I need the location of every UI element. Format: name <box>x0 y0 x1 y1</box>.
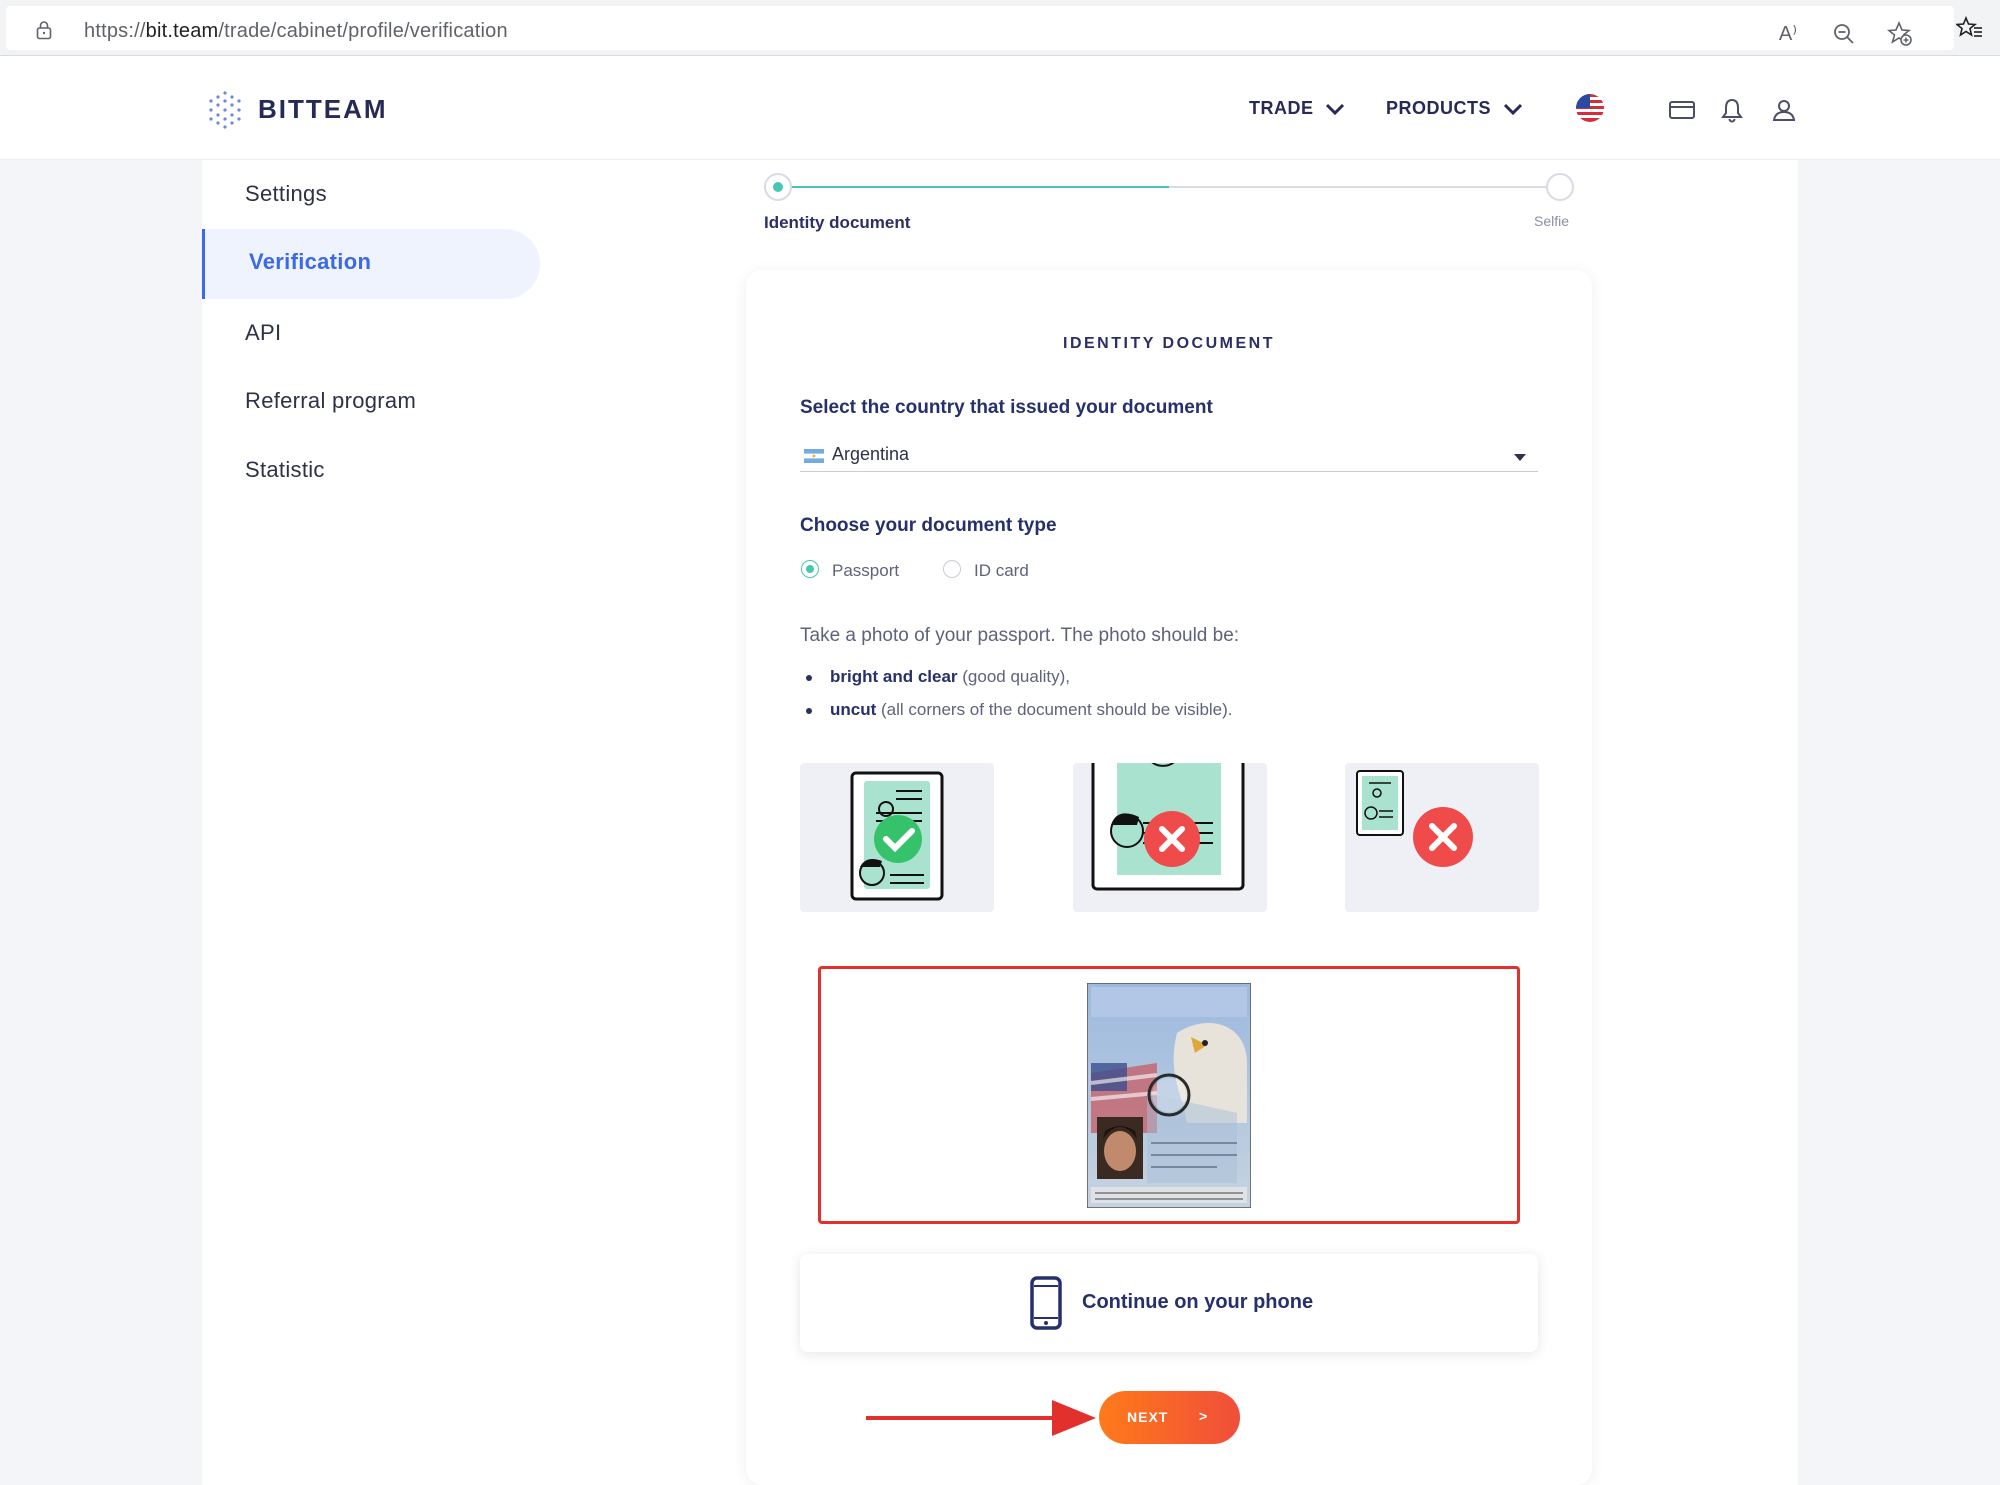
continue-on-phone-label: Continue on your phone <box>1082 1291 1314 1313</box>
country-select[interactable]: Argentina <box>800 440 1538 472</box>
country-label: Select the country that issued your docu… <box>800 397 1213 418</box>
chevron-right-icon: > <box>1199 1408 1208 1424</box>
chevron-down-icon <box>1325 104 1345 116</box>
next-button[interactable]: NEXT > <box>1099 1391 1240 1444</box>
sidebar-item-verification[interactable]: Verification <box>202 229 540 299</box>
card-title: IDENTITY DOCUMENT <box>1063 335 1275 352</box>
requirement-bright-clear: bright and clear (good quality), <box>806 667 1070 687</box>
stepper-progress <box>780 186 1169 188</box>
sidebar-item-settings[interactable]: Settings <box>245 181 327 207</box>
continue-on-phone-button[interactable]: Continue on your phone <box>800 1254 1538 1352</box>
sidebar-item-api[interactable]: API <box>245 320 281 346</box>
sample-cropped-photo <box>1073 763 1267 912</box>
country-value: Argentina <box>832 444 910 464</box>
dropdown-caret-icon <box>1514 454 1526 461</box>
uploaded-passport-preview[interactable] <box>1087 983 1251 1208</box>
requirement-uncut: uncut (all corners of the document shoul… <box>806 700 1233 720</box>
sample-correct-photo <box>800 763 994 912</box>
sample-too-small-photo <box>1345 763 1539 912</box>
photo-instructions: Take a photo of your passport. The photo… <box>800 625 1240 646</box>
favorites-icon[interactable] <box>1956 14 1984 42</box>
passport-radio[interactable] <box>801 560 819 578</box>
next-button-label: NEXT <box>1127 1409 1169 1425</box>
lock-icon <box>36 21 52 40</box>
site-header: BITTEAM TRADE PRODUCTS <box>0 56 2000 160</box>
passport-too-small-illustration <box>1356 770 1473 867</box>
bitteam-logo-icon[interactable] <box>206 90 244 130</box>
passport-correct-illustration <box>850 771 944 901</box>
id-card-radio-label[interactable]: ID card <box>974 561 1029 581</box>
passport-radio-label[interactable]: Passport <box>832 561 899 581</box>
logo-text[interactable]: BITTEAM <box>258 94 388 125</box>
smartphone-icon <box>1030 1276 1062 1330</box>
passport-cropped-illustration <box>1091 763 1245 891</box>
sidebar-item-statistic[interactable]: Statistic <box>245 457 325 483</box>
step-label-selfie: Selfie <box>1534 213 1570 229</box>
sidebar-item-referral-program[interactable]: Referral program <box>245 388 416 414</box>
bell-icon[interactable] <box>1718 96 1746 124</box>
nav-products[interactable]: PRODUCTS <box>1386 98 1523 119</box>
browser-toolbar: https://bit.team/trade/cabinet/profile/v… <box>0 0 2000 56</box>
argentina-flag-icon <box>804 449 824 463</box>
red-arrow-annotation-icon <box>866 1400 1096 1436</box>
user-icon[interactable] <box>1770 96 1798 124</box>
step-label-identity-document: Identity document <box>764 213 911 232</box>
step-dot-selfie <box>1546 173 1574 201</box>
add-favorite-icon[interactable] <box>1886 20 1914 48</box>
address-bar[interactable]: https://bit.team/trade/cabinet/profile/v… <box>6 6 1954 50</box>
id-card-radio[interactable] <box>943 560 961 578</box>
nav-trade[interactable]: TRADE <box>1249 98 1345 119</box>
read-aloud-icon[interactable]: A⁾ <box>1774 20 1802 48</box>
wallet-icon[interactable] <box>1668 96 1696 124</box>
url-text[interactable]: https://bit.team/trade/cabinet/profile/v… <box>84 20 508 43</box>
us-flag-icon[interactable] <box>1576 94 1604 122</box>
zoom-out-icon[interactable] <box>1830 20 1858 48</box>
step-dot-identity-document <box>764 173 792 201</box>
doc-type-label: Choose your document type <box>800 515 1057 536</box>
chevron-down-icon <box>1503 104 1522 116</box>
